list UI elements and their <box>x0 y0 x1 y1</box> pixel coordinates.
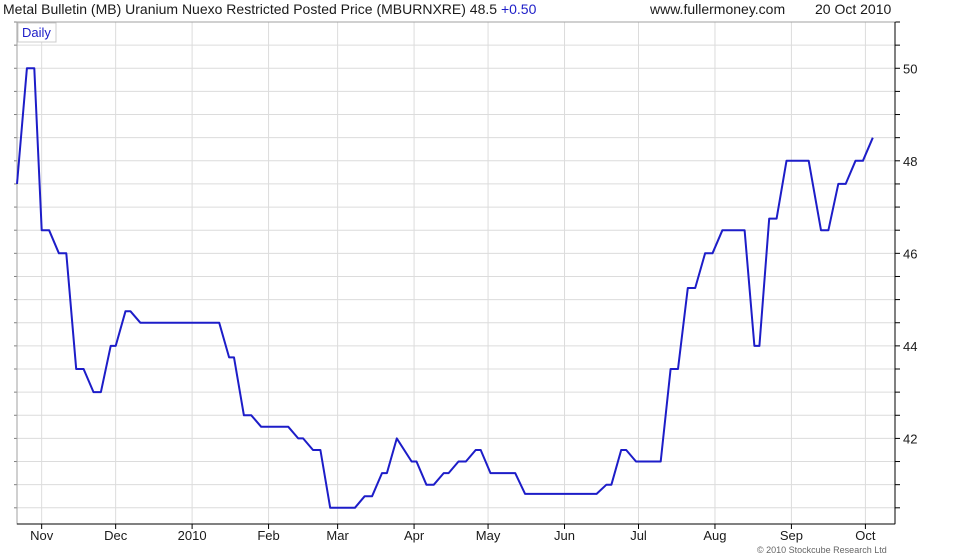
y-tick-label: 46 <box>903 246 917 261</box>
badge-label: Daily <box>22 25 51 40</box>
price-line <box>16 67 874 509</box>
x-tick-label: Jul <box>630 528 647 543</box>
price-chart: 42 44 46 48 50 Nov Dec 2010 Feb Mar Apr May Jun Jul Au… <box>14 21 917 543</box>
x-tick-label: Nov <box>30 528 54 543</box>
x-tick-label: Mar <box>326 528 349 543</box>
plot-frame <box>16 21 896 525</box>
x-tick-label: Aug <box>703 528 726 543</box>
x-tick-label: Dec <box>104 528 128 543</box>
y-tick-label: 50 <box>903 61 917 76</box>
label-layer: 42 44 46 48 50 Nov Dec 2010 Feb Mar Apr May Jun Jul Au… <box>17 22 917 543</box>
y-tick-label: 42 <box>903 431 917 446</box>
x-tick-label: Jun <box>554 528 575 543</box>
x-tick-label: May <box>476 528 501 543</box>
y-tick-label: 48 <box>903 154 917 169</box>
grid-layer <box>17 21 895 524</box>
x-tick-label: 2010 <box>178 528 207 543</box>
y-tick-label: 44 <box>903 339 917 354</box>
period-badge: Daily <box>17 22 57 43</box>
x-tick-label: Sep <box>780 528 803 543</box>
axis-layer <box>14 21 900 529</box>
x-tick-label: Apr <box>404 528 425 543</box>
series-layer <box>16 67 874 509</box>
x-tick-label: Oct <box>855 528 876 543</box>
copyright-notice: © 2010 Stockcube Research Ltd <box>757 545 887 555</box>
x-tick-label: Feb <box>257 528 279 543</box>
